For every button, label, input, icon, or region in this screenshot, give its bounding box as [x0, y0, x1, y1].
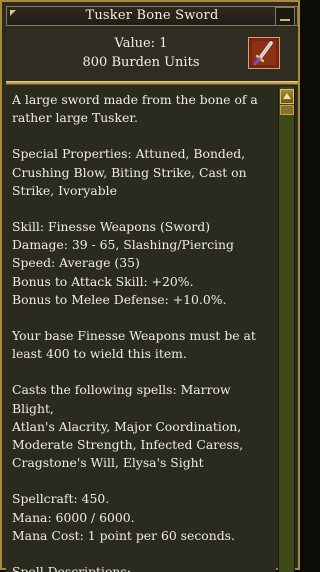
mana-info: Spellcraft: 450. Mana: 6000 / 6000. Mana…	[12, 490, 272, 545]
scroll-up-arrow-icon[interactable]	[280, 89, 294, 104]
wield-requirement: Your base Finesse Weapons must be at lea…	[12, 327, 272, 363]
text-line: Speed: Average (35)	[12, 255, 140, 271]
text-line: Spell Descriptions:	[12, 564, 131, 572]
item-value: Value: 1	[114, 36, 168, 51]
text-line: Special Properties: Attuned, Bonded,	[12, 146, 246, 162]
text-line: Mana: 6000 / 6000.	[12, 509, 135, 525]
vertical-scrollbar[interactable]	[278, 87, 295, 572]
corner-ornament-left	[10, 10, 16, 16]
text-line: Moderate Strength, Infected Caress,	[12, 437, 244, 453]
text-line: Damage: 39 - 65, Slashing/Piercing	[12, 237, 234, 253]
text-line: Casts the following spells: Marrow Bligh…	[12, 382, 231, 416]
text-line: Crushing Blow, Biting Strike, Cast on	[12, 164, 247, 180]
text-line: A large sword made from the bone of a	[12, 92, 258, 107]
item-description-panel: A large sword made from the bone of a ra…	[6, 87, 276, 572]
item-burden: 800 Burden Units	[82, 55, 200, 70]
spell-list: Casts the following spells: Marrow Bligh…	[12, 381, 272, 472]
item-description: A large sword made from the bone of a ra…	[6, 87, 276, 572]
text-line: Mana Cost: 1 point per 60 seconds.	[12, 527, 235, 543]
header-divider	[6, 81, 298, 85]
text-line: Your base Finesse Weapons must be at	[12, 328, 256, 344]
spell-descriptions-heading: Spell Descriptions:	[12, 563, 272, 572]
sword-icon	[248, 37, 280, 69]
text-line: Skill: Finesse Weapons (Sword)	[12, 219, 211, 235]
item-header: Value: 1 800 Burden Units	[6, 28, 298, 80]
text-line: Cragstone's Will, Elysa's Sight	[12, 455, 204, 471]
special-properties: Special Properties: Attuned, Bonded, Cru…	[12, 145, 272, 200]
intro-paragraph: A large sword made from the bone of a ra…	[12, 91, 272, 127]
text-line: Bonus to Attack Skill: +20%.	[12, 273, 194, 289]
text-line: Bonus to Melee Defense: +10.0%.	[12, 291, 227, 307]
text-line: Strike, Ivoryable	[12, 182, 117, 198]
window-title: Tusker Bone Sword	[85, 8, 219, 23]
text-line: Atlan's Alacrity, Major Coordination,	[12, 418, 242, 434]
text-line: least 400 to wield this item.	[12, 346, 187, 362]
close-button[interactable]	[275, 7, 295, 26]
scroll-thumb[interactable]	[280, 105, 294, 115]
text-line: Spellcraft: 450.	[12, 491, 110, 507]
weapon-stats: Skill: Finesse Weapons (Sword) Damage: 3…	[12, 218, 272, 309]
item-info-window: Tusker Bone Sword Value: 1 800 Burden Un…	[0, 0, 300, 572]
title-bar[interactable]: Tusker Bone Sword	[6, 6, 298, 26]
text-line: rather large Tusker.	[12, 110, 138, 126]
